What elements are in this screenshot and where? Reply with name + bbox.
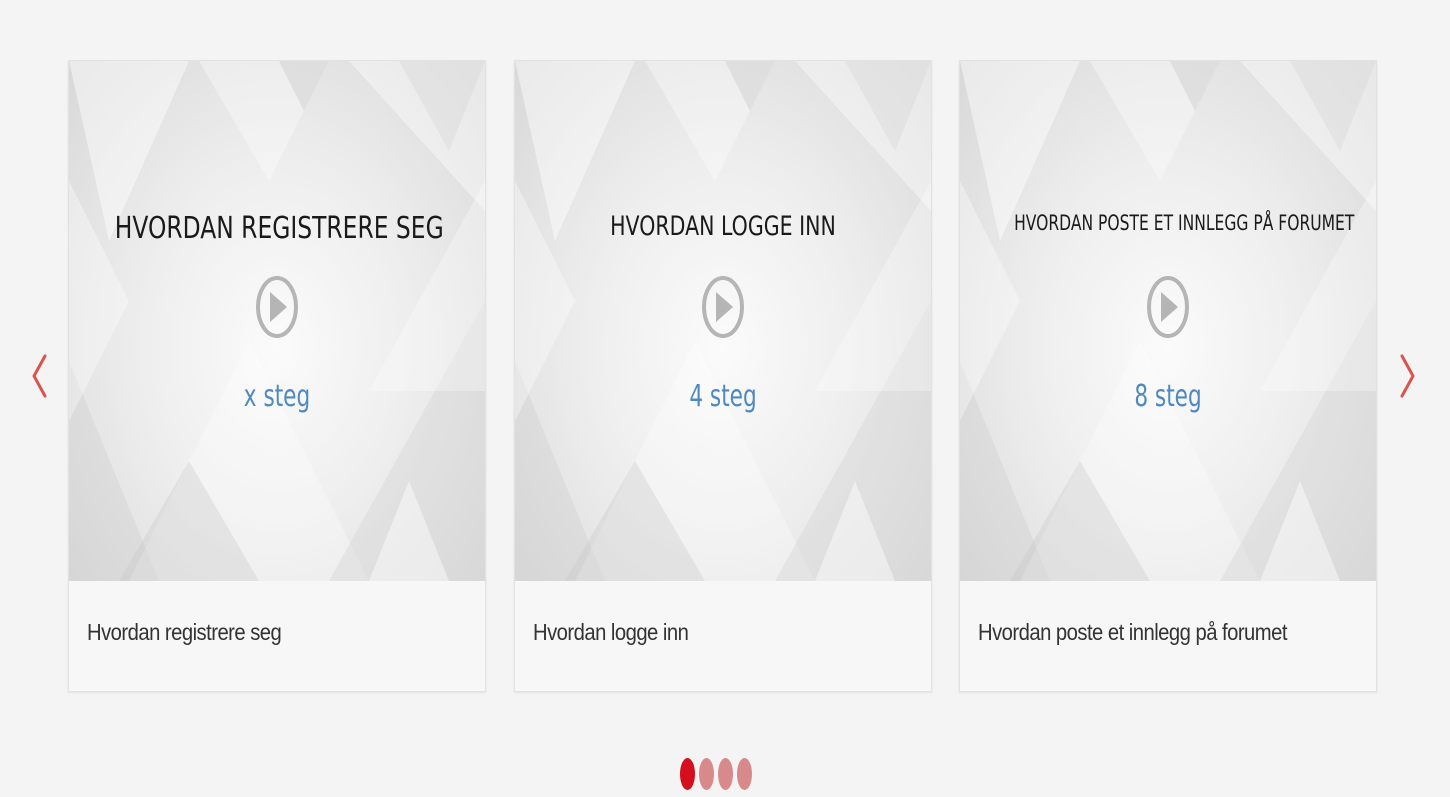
play-circle-icon[interactable]: [701, 274, 745, 340]
chevron-left-icon: [32, 354, 47, 398]
card-caption[interactable]: Hvordan registrere seg: [87, 619, 282, 646]
pagination-dot-1[interactable]: [680, 758, 695, 790]
pagination-dot-3[interactable]: [718, 758, 733, 790]
thumbnail-title: HVORDAN POSTE ET INNLEGG PÅ FORUMET: [1014, 211, 1355, 235]
video-thumbnail[interactable]: HVORDAN REGISTRERE SEG x steg: [69, 61, 485, 581]
play-circle-icon[interactable]: [1146, 274, 1190, 340]
card-caption[interactable]: Hvordan poste et innlegg på forumet: [978, 619, 1287, 646]
card-caption[interactable]: Hvordan logge inn: [533, 619, 689, 646]
thumbnail-title: HVORDAN LOGGE INN: [610, 211, 836, 242]
video-thumbnail[interactable]: HVORDAN POSTE ET INNLEGG PÅ FORUMET 8 st…: [960, 61, 1376, 581]
tutorial-card-login[interactable]: HVORDAN LOGGE INN 4 steg Hvordan logge i…: [514, 60, 932, 692]
tutorial-carousel: HVORDAN REGISTRERE SEG x steg Hvordan re…: [0, 0, 1450, 797]
carousel-next-button[interactable]: [1393, 348, 1423, 404]
chevron-right-icon: [1400, 354, 1415, 398]
step-count: 4 steg: [689, 379, 757, 414]
play-circle-icon[interactable]: [255, 274, 299, 340]
pagination-dot-4[interactable]: [737, 758, 752, 790]
tutorial-card-forum-post[interactable]: HVORDAN POSTE ET INNLEGG PÅ FORUMET 8 st…: [959, 60, 1377, 692]
video-thumbnail[interactable]: HVORDAN LOGGE INN 4 steg: [515, 61, 931, 581]
tutorial-card-register[interactable]: HVORDAN REGISTRERE SEG x steg Hvordan re…: [68, 60, 486, 692]
pagination-dot-2[interactable]: [699, 758, 714, 790]
carousel-prev-button[interactable]: [24, 348, 54, 404]
thumbnail-title: HVORDAN REGISTRERE SEG: [114, 211, 444, 246]
step-count: x steg: [243, 379, 311, 414]
step-count: 8 steg: [1134, 379, 1202, 414]
carousel-pagination: [680, 758, 752, 792]
